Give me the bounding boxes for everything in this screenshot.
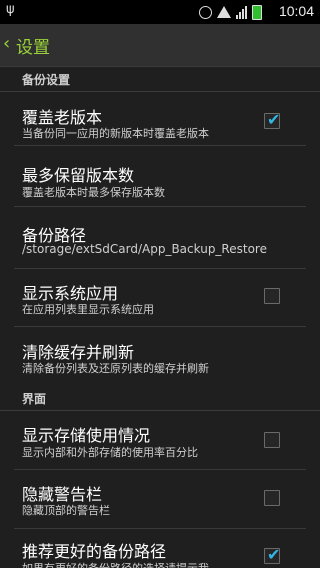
setting-title: 显示存储使用情况 [22, 426, 151, 445]
setting-summary: 覆盖老版本时最多保存版本数 [22, 186, 165, 199]
checkbox[interactable] [264, 432, 280, 448]
setting-max-versions[interactable]: 最多保留版本数 覆盖老版本时最多保存版本数 [0, 146, 320, 206]
section-header-label: 界面 [22, 392, 47, 406]
section-header-interface: 界面 [0, 386, 320, 411]
setting-show-storage-usage[interactable]: 显示存储使用情况 显示内部和外部存储的使用率百分比 [0, 411, 320, 468]
battery-icon [252, 4, 262, 20]
signal-icon [236, 5, 247, 19]
checkbox[interactable]: ✔ [264, 110, 281, 129]
setting-recommend-better-path[interactable]: 推荐更好的备份路径 如果有更好的备份路径的选择请提示我 ✔ [0, 529, 320, 568]
checkmark-icon: ✔ [267, 545, 281, 564]
checkmark-icon: ✔ [267, 110, 281, 129]
status-bar: ψ 10:04 [0, 0, 320, 24]
setting-backup-path[interactable]: 备份路径 /storage/extSdCard/App_Backup_Resto… [0, 207, 320, 268]
status-icons [199, 3, 262, 21]
setting-summary: 显示内部和外部存储的使用率百分比 [22, 446, 198, 459]
section-header-backup: 备份设置 [0, 67, 320, 92]
wifi-icon [217, 6, 231, 18]
setting-summary: 在应用列表里显示系统应用 [22, 303, 154, 316]
page-title[interactable]: 设置 [16, 33, 50, 58]
back-arrow-icon[interactable]: ‹ [3, 33, 10, 54]
setting-overwrite-old-version[interactable]: 覆盖老版本 当备份同一应用的新版本时覆盖老版本 ✔ [0, 92, 320, 145]
setting-summary: 当备份同一应用的新版本时覆盖老版本 [22, 127, 209, 140]
setting-summary: /storage/extSdCard/App_Backup_Restore [22, 242, 267, 256]
setting-clear-cache-refresh[interactable]: 清除缓存并刷新 清除备份列表及还原列表的缓存并刷新 [0, 327, 320, 385]
checkbox[interactable]: ✔ [264, 545, 281, 564]
clock: 10:04 [278, 3, 314, 19]
alarm-icon [199, 5, 212, 19]
checkbox[interactable] [264, 490, 280, 506]
action-bar: ‹ 设置 [0, 24, 320, 67]
checkbox[interactable] [264, 288, 280, 304]
setting-summary: 如果有更好的备份路径的选择请提示我 [22, 560, 209, 568]
section-header-label: 备份设置 [22, 73, 71, 87]
setting-title: 推荐更好的备份路径 [22, 542, 167, 561]
usb-icon: ψ [6, 2, 15, 17]
setting-summary: 隐藏顶部的警告栏 [22, 504, 110, 517]
setting-summary: 清除备份列表及还原列表的缓存并刷新 [22, 362, 209, 375]
setting-title: 最多保留版本数 [22, 166, 135, 185]
setting-hide-warning-bar[interactable]: 隐藏警告栏 隐藏顶部的警告栏 [0, 470, 320, 528]
setting-show-system-apps[interactable]: 显示系统应用 在应用列表里显示系统应用 [0, 269, 320, 326]
